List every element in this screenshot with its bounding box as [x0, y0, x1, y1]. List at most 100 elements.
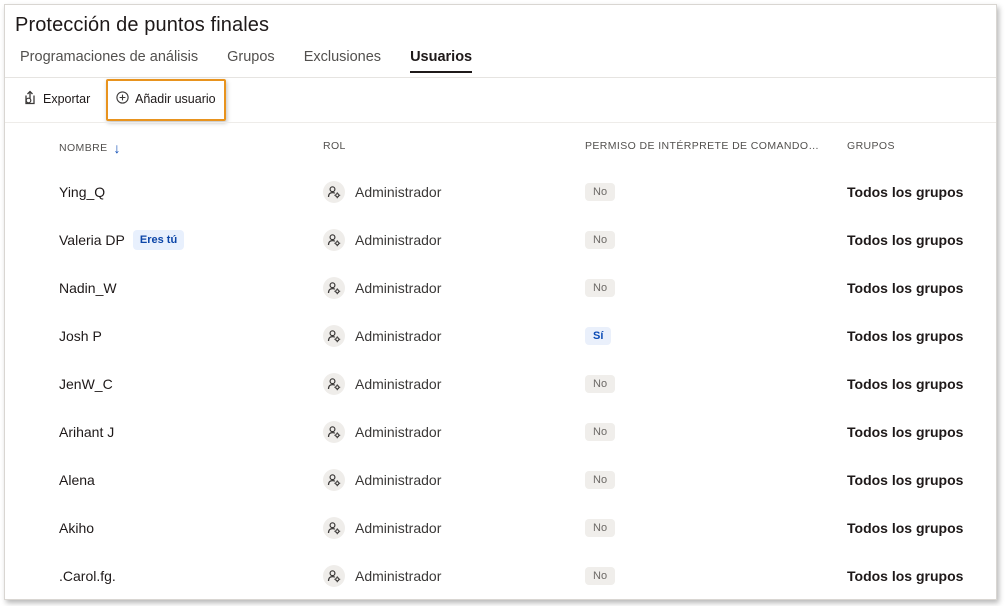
table-row[interactable]: .Carol.fg. Administrador No Todos los gr…	[5, 552, 996, 599]
groups-cell: Todos los grupos	[847, 552, 964, 599]
add-user-button[interactable]: Añadir usuario	[116, 89, 216, 109]
admin-role-icon	[323, 517, 345, 539]
permission-pill: No	[585, 567, 616, 585]
user-name: JenW_C	[59, 376, 113, 392]
export-icon	[23, 90, 37, 108]
page-title: Protección de puntos finales	[15, 14, 270, 36]
column-header-name[interactable]: NOMBRE ↓	[59, 140, 121, 156]
user-name-cell: Valeria DP Eres tú	[59, 216, 185, 264]
role-label: Administrador	[355, 184, 442, 200]
role-label: Administrador	[355, 232, 442, 248]
tab-exclusions[interactable]: Exclusiones	[304, 49, 381, 75]
column-header-role-label: ROL	[323, 140, 346, 152]
table-row[interactable]: JenW_C Administrador No Todos los grupos	[5, 360, 996, 408]
groups-label: Todos los grupos	[847, 472, 964, 488]
groups-cell: Todos los grupos	[847, 408, 963, 456]
export-button[interactable]: Exportar	[23, 89, 90, 109]
user-name-cell: Akiho	[59, 504, 94, 552]
current-user-badge: Eres tú	[132, 230, 185, 250]
permission-pill: No	[585, 375, 616, 393]
column-header-groups[interactable]: GRUPOS	[847, 140, 895, 152]
tab-users[interactable]: Usuarios	[410, 49, 473, 75]
permission-pill: Sí	[585, 327, 612, 345]
user-name-cell: Arihant J	[59, 408, 114, 456]
user-name-cell: Ying_Q	[59, 168, 105, 216]
column-header-name-label: NOMBRE	[59, 142, 108, 154]
role-label: Administrador	[355, 424, 442, 440]
groups-label: Todos los grupos	[847, 184, 964, 200]
groups-cell: Todos los grupos	[847, 264, 963, 312]
groups-cell: Todos los grupos	[847, 456, 963, 504]
export-label: Exportar	[43, 92, 91, 106]
role-cell: Administrador	[323, 408, 441, 456]
permission-cell: No	[585, 264, 616, 312]
groups-label: Todos los grupos	[847, 328, 964, 344]
role-cell: Administrador	[323, 552, 441, 599]
groups-cell: Todos los grupos	[847, 216, 963, 264]
tab-groups[interactable]: Grupos	[227, 49, 275, 75]
table-row[interactable]: Akiho Administrador No Todos los grupos	[5, 504, 996, 552]
permission-cell: No	[585, 360, 616, 408]
permission-cell: No	[585, 504, 616, 552]
tab-bar: Programaciones de análisis Grupos Exclus…	[20, 49, 501, 79]
table-row[interactable]: Josh P Administrador Sí Todos los grupos	[5, 312, 996, 360]
role-label: Administrador	[355, 280, 442, 296]
groups-cell: Todos los grupos	[847, 360, 963, 408]
groups-cell: Todos los grupos	[847, 168, 963, 216]
permission-cell: No	[585, 216, 616, 264]
user-name-cell: Josh P	[59, 312, 102, 360]
groups-label: Todos los grupos	[847, 520, 964, 536]
tab-scan-schedules[interactable]: Programaciones de análisis	[20, 49, 198, 75]
admin-role-icon	[323, 181, 345, 203]
add-user-label: Añadir usuario	[135, 92, 216, 106]
permission-pill: No	[585, 231, 616, 249]
admin-role-icon	[323, 469, 345, 491]
user-name: Ying_Q	[59, 184, 106, 200]
column-header-permission-label: PERMISO DE INTÉRPRETE DE COMANDO…	[585, 140, 820, 152]
user-name: Josh P	[59, 328, 102, 344]
role-label: Administrador	[355, 376, 442, 392]
permission-cell: No	[585, 552, 616, 599]
admin-role-icon	[323, 277, 345, 299]
permission-pill: No	[585, 279, 616, 297]
groups-cell: Todos los grupos	[847, 312, 963, 360]
table-row[interactable]: Valeria DP Eres tú Administrador No Todos…	[5, 216, 996, 264]
permission-cell: No	[585, 408, 616, 456]
groups-label: Todos los grupos	[847, 424, 964, 440]
role-label: Administrador	[355, 472, 442, 488]
admin-role-icon	[323, 229, 345, 251]
column-header-groups-label: GRUPOS	[847, 140, 895, 152]
user-name: Arihant J	[59, 424, 115, 440]
user-name-cell: Alena	[59, 456, 95, 504]
user-name: Nadin_W	[59, 280, 117, 296]
table-row[interactable]: Alena Administrador No Todos los grupos	[5, 456, 996, 504]
role-cell: Administrador	[323, 264, 441, 312]
groups-label: Todos los grupos	[847, 568, 964, 584]
toolbar: Exportar Añadir usuario	[5, 78, 996, 122]
role-label: Administrador	[355, 520, 442, 536]
admin-role-icon	[323, 565, 345, 587]
user-name-cell: Nadin_W	[59, 264, 117, 312]
column-header-role[interactable]: ROL	[323, 140, 346, 152]
table-row[interactable]: Nadin_W Administrador No Todos los grupo…	[5, 264, 996, 312]
admin-role-icon	[323, 421, 345, 443]
table-row[interactable]: Arihant J Administrador No Todos los gru…	[5, 408, 996, 456]
role-cell: Administrador	[323, 360, 441, 408]
permission-cell: No	[585, 456, 616, 504]
role-cell: Administrador	[323, 456, 441, 504]
user-name: Alena	[59, 472, 95, 488]
permission-cell: No	[585, 168, 616, 216]
user-name-cell: .Carol.fg.	[59, 552, 116, 599]
permission-pill: No	[585, 423, 616, 441]
permission-pill: No	[585, 183, 616, 201]
user-name-cell: JenW_C	[59, 360, 113, 408]
user-name: Akiho	[59, 520, 95, 536]
table-row[interactable]: Ying_Q Administrador No Todos los grupos	[5, 168, 996, 216]
endpoint-protection-panel: Protección de puntos finales Programacio…	[4, 4, 997, 600]
plus-circle-icon	[116, 91, 129, 107]
permission-pill: No	[585, 519, 616, 537]
groups-label: Todos los grupos	[847, 280, 964, 296]
column-header-permission[interactable]: PERMISO DE INTÉRPRETE DE COMANDO…	[585, 140, 819, 152]
groups-label: Todos los grupos	[847, 232, 964, 248]
groups-cell: Todos los grupos	[847, 504, 963, 552]
